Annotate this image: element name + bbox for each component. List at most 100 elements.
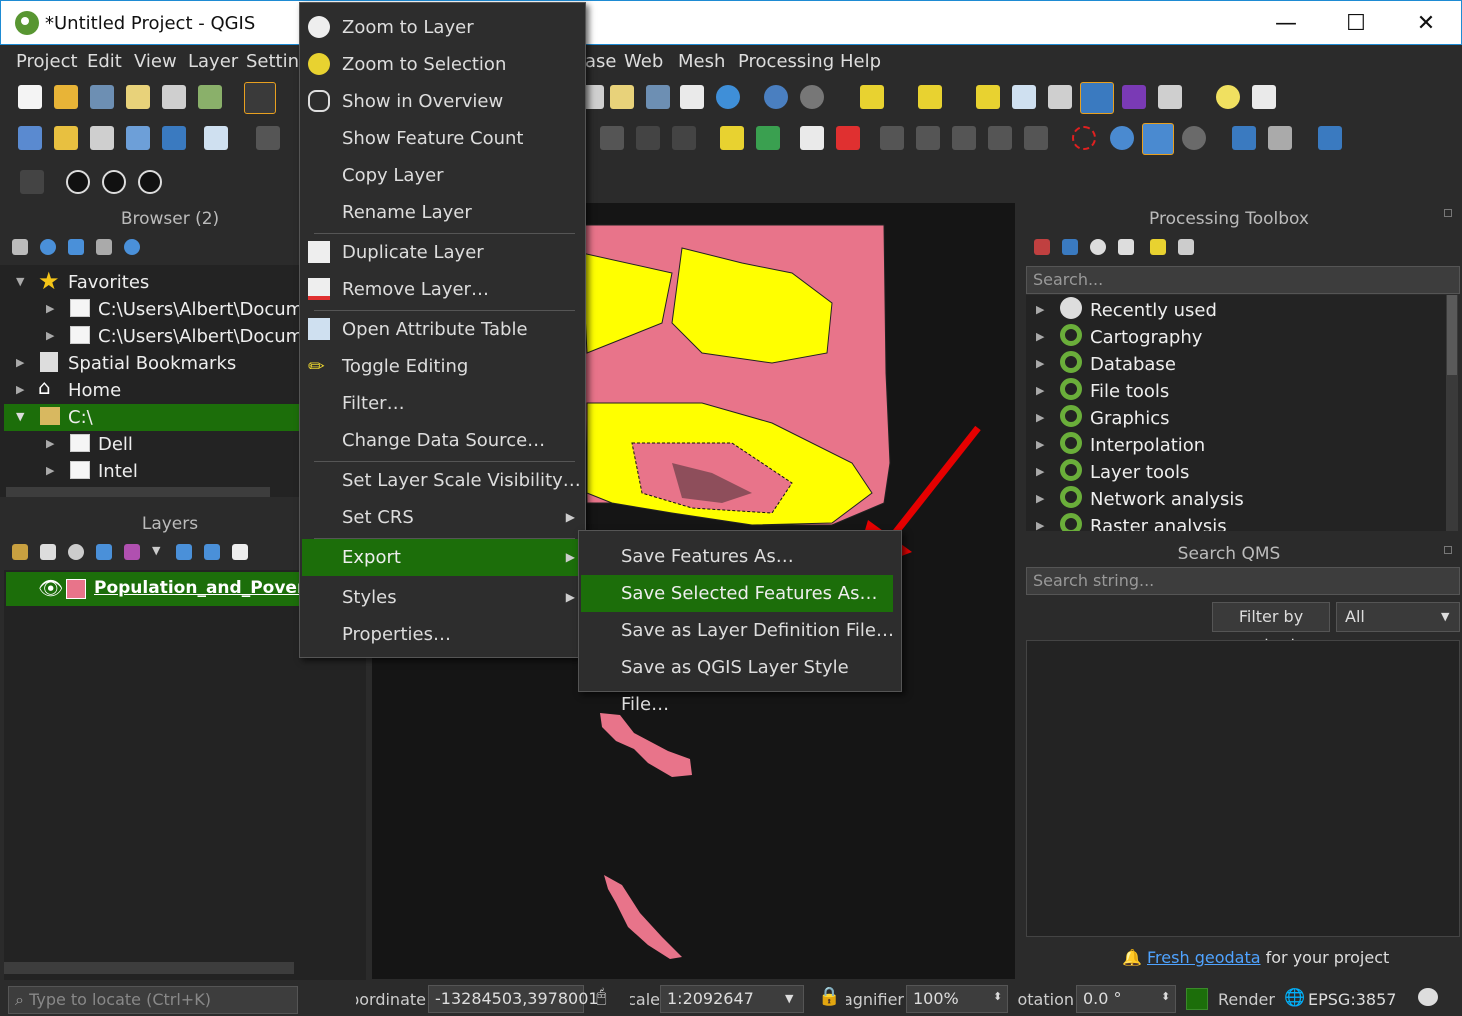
close-button[interactable]: ✕ — [1406, 9, 1446, 39]
layers-hscrollbar[interactable] — [4, 962, 294, 974]
proc-interpolation[interactable]: ▶ Interpolation — [1026, 432, 1446, 459]
selection-ring-icon[interactable] — [1072, 126, 1096, 150]
results-icon[interactable] — [1118, 239, 1134, 255]
menu-layer[interactable]: Layer — [188, 51, 238, 72]
open-project-icon[interactable] — [54, 85, 78, 109]
menu-styles[interactable]: Styles ▶ — [302, 579, 583, 616]
eye-icon[interactable]: 👁 — [38, 576, 63, 600]
new-geopackage-icon[interactable] — [54, 126, 78, 150]
help-icon[interactable] — [1318, 126, 1342, 150]
add-group-icon[interactable] — [40, 544, 56, 560]
refresh-icon[interactable] — [40, 239, 56, 255]
crs-button[interactable]: EPSG:3857 — [1308, 990, 1396, 1009]
label-toggle-icon[interactable] — [1024, 126, 1048, 150]
browser-hscrollbar[interactable] — [6, 487, 270, 497]
menu-save-layer-style[interactable]: Save as QGIS Layer Style File… — [581, 649, 899, 715]
proc-graphics[interactable]: ▶ Graphics — [1026, 405, 1446, 432]
menu-database[interactable]: ase — [585, 51, 616, 72]
menu-project[interactable]: Project — [16, 51, 78, 72]
history-icon[interactable] — [1090, 239, 1106, 255]
tree-favorites[interactable]: ▼ ★ Favorites — [0, 267, 300, 296]
processing-toolbox-icon[interactable] — [1080, 82, 1114, 114]
filter-icon[interactable] — [68, 239, 84, 255]
render-checkbox[interactable] — [1186, 988, 1208, 1010]
menu-open-attribute-table[interactable]: Open Attribute Table — [302, 311, 583, 348]
new-project-icon[interactable] — [18, 85, 42, 109]
dropdown-arrow-icon[interactable]: ▼ — [152, 544, 160, 557]
identify-icon[interactable] — [764, 85, 788, 109]
tb-icon-c[interactable] — [646, 85, 670, 109]
layout-manager-icon[interactable] — [162, 85, 186, 109]
proc-database[interactable]: ▶ Database — [1026, 351, 1446, 378]
menu-save-features-as[interactable]: Save Features As… — [581, 538, 899, 575]
processing-search-input[interactable]: Search... — [1026, 266, 1460, 294]
menu-set-crs[interactable]: Set CRS ▶ — [302, 499, 583, 536]
menu-filter[interactable]: Filter… — [302, 385, 583, 422]
python-icon[interactable] — [1232, 126, 1256, 150]
processing-vscrollbar[interactable] — [1446, 295, 1458, 531]
tb-icon-d[interactable] — [680, 85, 704, 109]
tree-c-drive[interactable]: ▼ C:\ — [4, 404, 300, 431]
rotation-spinbox[interactable]: 0.0 ° ⬍ — [1076, 985, 1176, 1013]
menu-show-feature-count[interactable]: Show Feature Count — [302, 120, 583, 157]
diagram-icon[interactable] — [756, 126, 780, 150]
select-features-icon[interactable] — [860, 85, 884, 109]
menu-change-data-source[interactable]: Change Data Source… — [302, 422, 583, 459]
proc-network-analysis[interactable]: ▶ Network analysis — [1026, 486, 1446, 513]
menu-duplicate-layer[interactable]: Duplicate Layer — [302, 234, 583, 271]
scripts-icon[interactable] — [1062, 239, 1078, 255]
magnifier-spinbox[interactable]: 100% ⬍ — [906, 985, 1008, 1013]
panel-close-icon[interactable] — [1444, 209, 1452, 217]
label-highlight-icon[interactable] — [836, 126, 860, 150]
tree-intel[interactable]: ▶ Intel — [0, 458, 300, 485]
statistics-icon[interactable] — [1122, 85, 1146, 109]
label-change-icon[interactable] — [952, 126, 976, 150]
menu-remove-layer[interactable]: Remove Layer… — [302, 271, 583, 308]
visibility-icon[interactable] — [68, 544, 84, 560]
qms-filter-select[interactable]: All ▼ — [1336, 602, 1460, 632]
info-icon[interactable] — [124, 239, 140, 255]
tree-favorite-folder-2[interactable]: ▶ C:\Users\Albert\Documer — [0, 323, 322, 350]
undo-icon[interactable] — [636, 126, 660, 150]
new-shapefile-icon[interactable] — [90, 126, 114, 150]
plugins-icon[interactable] — [1268, 126, 1292, 150]
digitize-icon[interactable] — [126, 126, 150, 150]
mouse-icon[interactable]: 🖰 — [596, 986, 607, 1007]
edit-features-icon[interactable] — [1150, 239, 1166, 255]
qms-search-input[interactable]: Search string... — [1026, 567, 1460, 595]
proc-layer-tools[interactable]: ▶ Layer tools — [1026, 459, 1446, 486]
maximize-button[interactable]: ☐ — [1336, 9, 1376, 39]
proc-recently-used[interactable]: ▶ Recently used — [1026, 297, 1446, 324]
add-selected-icon[interactable] — [12, 239, 28, 255]
menu-properties[interactable]: Properties… — [302, 616, 583, 653]
tree-spatial-bookmarks[interactable]: ▶ Spatial Bookmarks — [0, 350, 300, 377]
collapse-all-icon[interactable] — [204, 544, 220, 560]
globe-icon[interactable] — [66, 170, 90, 194]
measure-icon[interactable] — [1158, 85, 1182, 109]
label-pin-icon[interactable] — [800, 126, 824, 150]
coordinate-field[interactable]: -13284503,3978001 — [428, 985, 599, 1013]
menu-toggle-editing[interactable]: ✏ Toggle Editing — [302, 348, 583, 385]
menu-export[interactable]: Export ▶ — [302, 539, 583, 576]
menu-rename-layer[interactable]: Rename Layer — [302, 194, 583, 231]
menu-mesh[interactable]: Mesh — [678, 51, 725, 72]
tree-favorite-folder-1[interactable]: ▶ C:\Users\Albert\Documer — [0, 296, 322, 323]
qms-globe-icon[interactable] — [1142, 123, 1174, 155]
map-tips-icon[interactable] — [1216, 85, 1240, 109]
remove-layer-icon[interactable] — [232, 544, 248, 560]
menu-edit[interactable]: Edit — [87, 51, 122, 72]
menu-show-in-overview[interactable]: Show in Overview — [302, 83, 583, 120]
qms-search-icon[interactable] — [1182, 126, 1206, 150]
tb-icon-b[interactable] — [610, 85, 634, 109]
layer-row-population[interactable]: 👁 Population_and_Poverty — [6, 572, 325, 606]
fresh-geodata-link[interactable]: Fresh geodata — [1147, 948, 1261, 967]
new-print-layout-icon[interactable] — [126, 85, 150, 109]
panel-close-icon[interactable] — [1444, 546, 1452, 554]
label-icon[interactable] — [720, 126, 744, 150]
proc-file-tools[interactable]: ▶ File tools — [1026, 378, 1446, 405]
filter-expression-icon[interactable] — [124, 544, 140, 560]
style-icon[interactable] — [12, 544, 28, 560]
web-globe-icon[interactable] — [1110, 126, 1134, 150]
tree-dell[interactable]: ▶ Dell — [0, 431, 300, 458]
globe-forward-icon[interactable] — [102, 170, 126, 194]
